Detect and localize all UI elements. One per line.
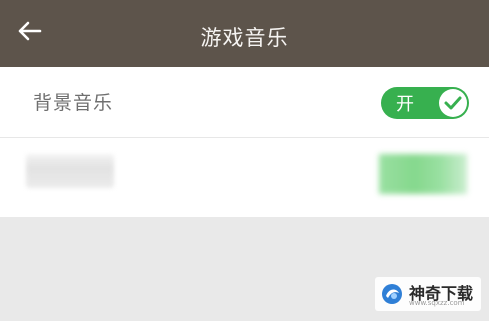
watermark-url: www.sqxzz.com [409,299,465,307]
background-music-toggle[interactable]: 开 [381,87,469,119]
page-title: 游戏音乐 [200,26,289,50]
setting-row-blurred [0,138,489,208]
setting-row-background-music: 背景音乐 开 [0,67,489,138]
blurred-setting-label [26,154,114,188]
blurred-setting-toggle[interactable] [379,154,467,194]
watermark-logo-icon [382,284,402,304]
setting-label-background-music: 背景音乐 [33,92,114,114]
toggle-knob [439,89,467,117]
toggle-state-label: 开 [396,94,414,115]
site-watermark: 神奇下载 www.sqxzz.com [375,277,481,311]
title-bar: 游戏音乐 [0,0,489,67]
check-icon [444,96,462,110]
game-music-settings-page: 游戏音乐 背景音乐 开 神奇下载 www.sqxzz.com [0,0,489,321]
